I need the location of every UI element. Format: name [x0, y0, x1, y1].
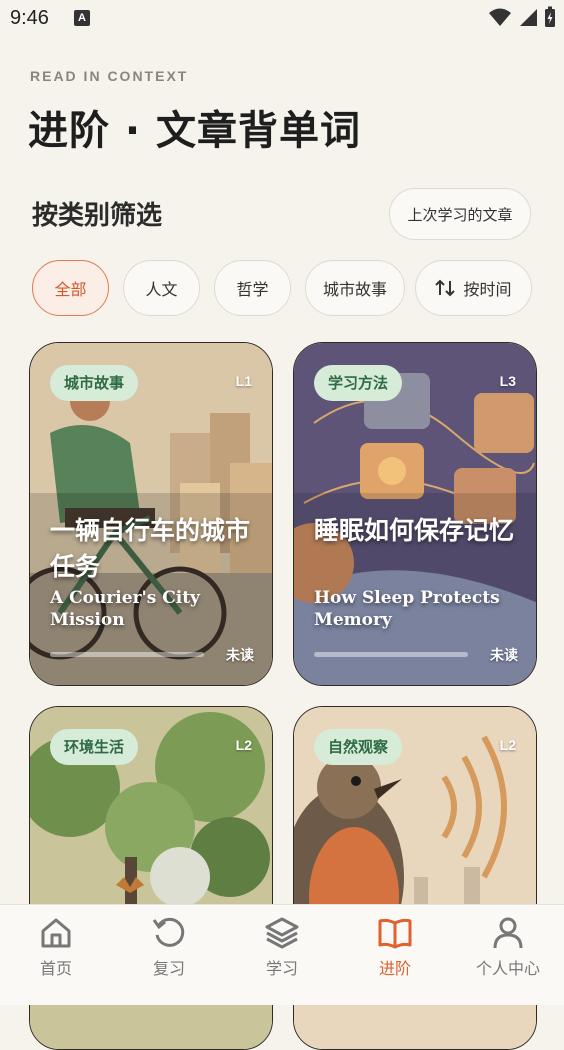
battery-icon [545, 6, 555, 27]
notification-icon: A [74, 10, 90, 26]
level-badge: L3 [499, 373, 516, 389]
level-badge: L1 [235, 373, 252, 389]
category-tag: 环境生活 [50, 729, 139, 765]
layers-icon [265, 917, 299, 949]
sort-icon [435, 279, 456, 297]
level-badge: L2 [235, 737, 252, 753]
page-title: 进阶 · 文章背单词 [28, 108, 362, 154]
nav-study[interactable]: 学习 [232, 915, 332, 979]
chip-city-stories[interactable]: 城市故事 [305, 260, 405, 316]
status-bar: 9:46 A [0, 0, 564, 38]
book-icon [378, 918, 412, 949]
nav-label: 个人中心 [475, 959, 540, 978]
signal-icon [520, 9, 537, 26]
chip-philosophy[interactable]: 哲学 [214, 260, 291, 316]
person-icon [493, 917, 523, 949]
bottom-nav: 首页 复习 学习 进阶 个人中心 [0, 904, 564, 1005]
article-card-courier[interactable]: 城市故事 L1 一辆自行车的城市任务 A Courier's City Miss… [29, 342, 273, 686]
filter-section-title: 按类别筛选 [32, 201, 163, 231]
status-time: 9:46 [10, 7, 49, 29]
level-badge: L2 [499, 737, 516, 753]
nav-advanced[interactable]: 进阶 [345, 915, 445, 979]
chip-humanities[interactable]: 人文 [123, 260, 200, 316]
nav-label: 学习 [265, 959, 298, 978]
nav-review[interactable]: 复习 [119, 915, 219, 979]
home-icon [41, 918, 71, 948]
nav-label: 首页 [39, 959, 72, 978]
read-status: 未读 [226, 648, 254, 664]
article-title-zh: 一辆自行车的城市任务 [50, 516, 251, 581]
nav-profile[interactable]: 个人中心 [458, 915, 558, 979]
article-card-sleep[interactable]: 学习方法 L3 睡眠如何保存记忆 How Sleep Protects Memo… [293, 342, 537, 686]
category-tag: 学习方法 [314, 365, 403, 401]
nav-label: 进阶 [378, 959, 411, 978]
read-progress-bar [314, 652, 468, 657]
read-progress-bar [50, 652, 204, 657]
wifi-icon [489, 8, 511, 26]
review-icon [152, 917, 185, 947]
article-title-en: How Sleep Protects Memory [314, 588, 500, 630]
chip-all[interactable]: 全部 [32, 260, 109, 316]
nav-label: 复习 [152, 959, 185, 978]
nav-home[interactable]: 首页 [6, 915, 106, 979]
article-title-en: A Courier's City Mission [50, 588, 200, 630]
category-tag: 城市故事 [50, 365, 139, 401]
article-title-zh: 睡眠如何保存记忆 [314, 516, 515, 545]
last-studied-button[interactable]: 上次学习的文章 [389, 188, 531, 240]
read-status: 未读 [490, 648, 518, 664]
category-tag: 自然观察 [314, 729, 403, 765]
sort-button[interactable]: 按时间 [415, 260, 532, 316]
sort-label: 按时间 [463, 280, 512, 299]
eyebrow-label: READ IN CONTEXT [30, 68, 189, 84]
